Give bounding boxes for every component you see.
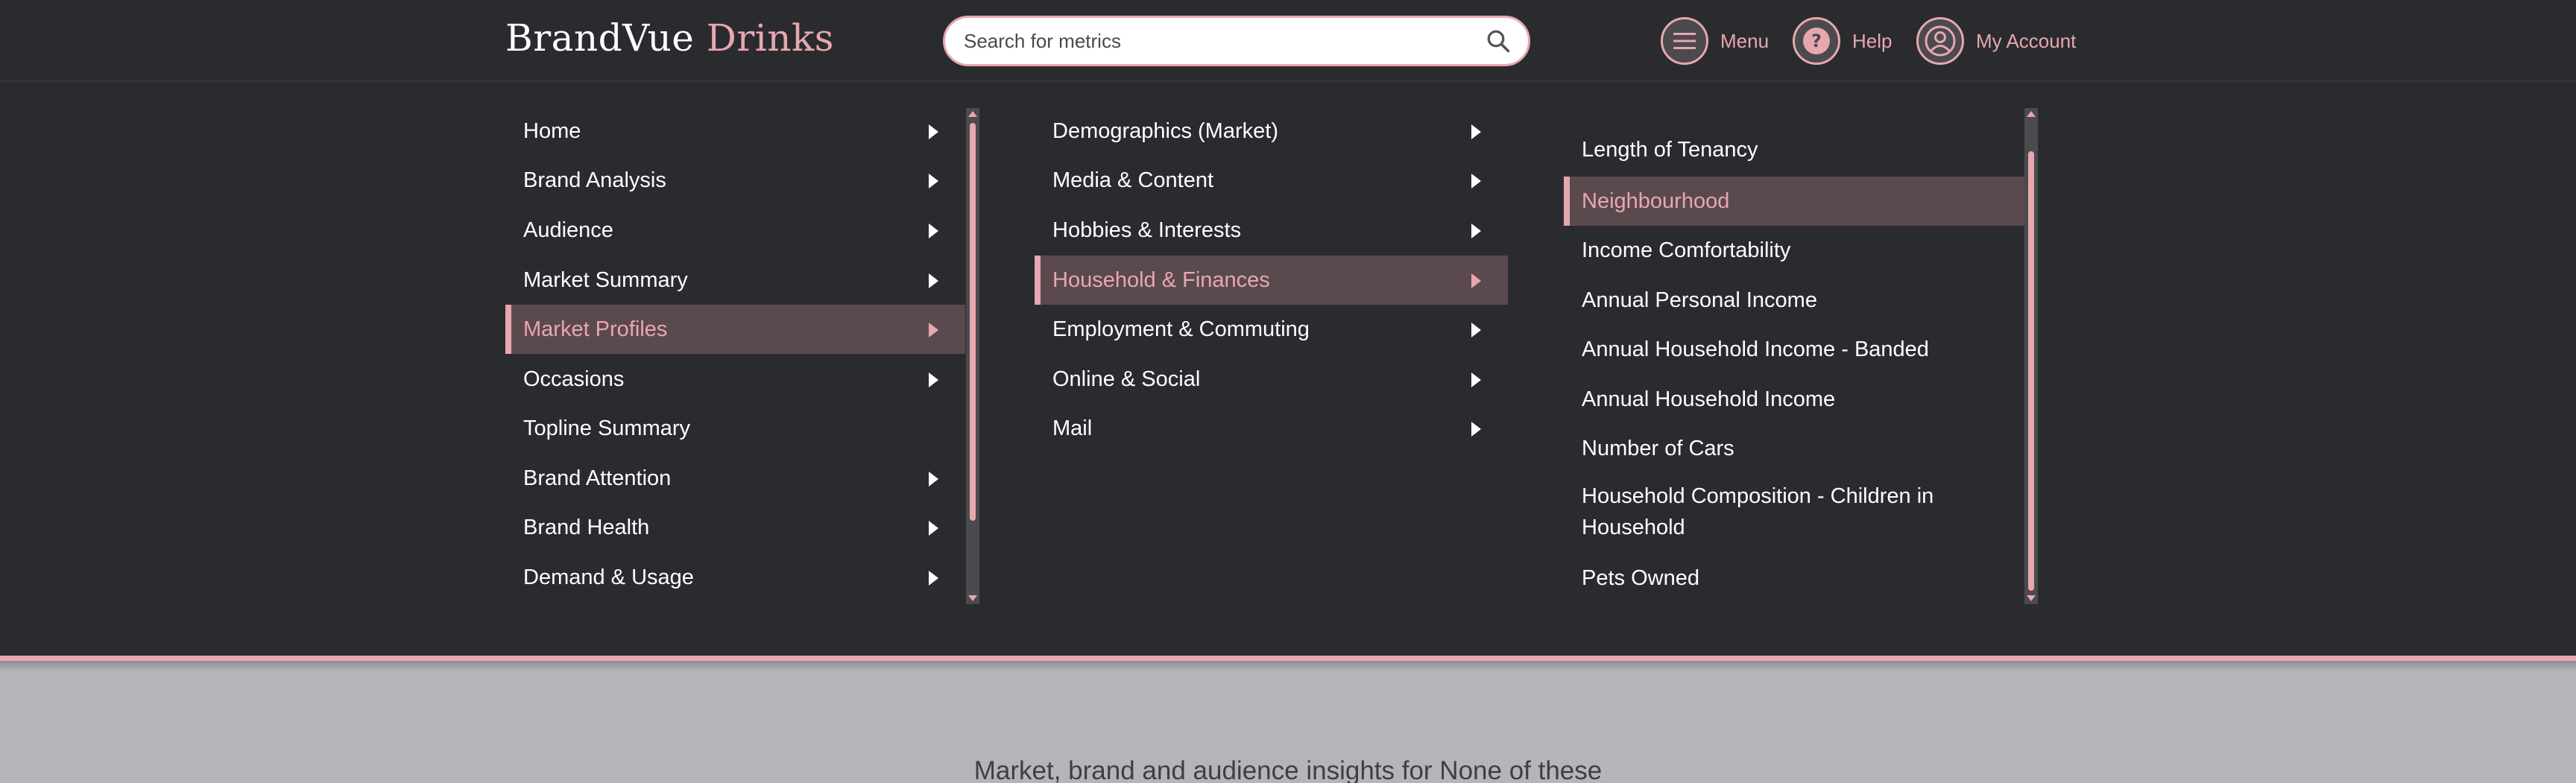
menu-item-mail[interactable]: Mail xyxy=(1035,404,1508,453)
menu-button[interactable]: Menu xyxy=(1661,16,1769,66)
menu-item-topline-summary[interactable]: Topline Summary xyxy=(505,404,965,453)
account-button[interactable]: My Account xyxy=(1916,16,2076,66)
chevron-right-icon xyxy=(1471,323,1481,337)
chevron-right-icon xyxy=(1471,373,1481,387)
menu-item-hobbies-interests[interactable]: Hobbies & Interests xyxy=(1035,206,1508,255)
panel-accent-border xyxy=(0,656,2576,661)
menu-item-household-income-banded[interactable]: Annual Household Income - Banded xyxy=(1564,325,2026,374)
menu-item-occasions[interactable]: Occasions xyxy=(505,355,965,404)
chevron-right-icon xyxy=(929,323,938,337)
menu-level1: Home Brand Analysis Audience Market Summ… xyxy=(505,107,965,603)
menu-item-number-of-cars[interactable]: Number of Cars xyxy=(1564,424,2026,473)
menu-item-income-comfortability[interactable]: Income Comfortability xyxy=(1564,226,2026,275)
menu-level2: Demographics (Market) Media & Content Ho… xyxy=(1035,107,1508,454)
chevron-right-icon xyxy=(929,472,938,486)
menu-item-brand-analysis[interactable]: Brand Analysis xyxy=(505,156,965,205)
hamburger-icon xyxy=(1661,17,1708,65)
menu-level3-scrollbar[interactable] xyxy=(2024,108,2038,604)
help-button[interactable]: ? Help xyxy=(1793,16,1892,66)
chevron-right-icon xyxy=(929,124,938,139)
brand-name: BrandVue xyxy=(505,16,695,60)
search-icon[interactable] xyxy=(1485,28,1512,54)
chevron-right-icon xyxy=(929,174,938,188)
search-box xyxy=(943,16,1530,66)
menu-item-employment-commuting[interactable]: Employment & Commuting xyxy=(1035,305,1508,354)
chevron-right-icon xyxy=(1471,224,1481,238)
scrollbar-thumb[interactable] xyxy=(970,123,976,521)
user-icon xyxy=(1916,17,1964,65)
menu-item-household-finances[interactable]: Household & Finances xyxy=(1035,256,1508,305)
brand-logo[interactable]: BrandVue Drinks xyxy=(505,16,834,60)
menu-item-demographics[interactable]: Demographics (Market) xyxy=(1035,107,1508,156)
menu-item-media-content[interactable]: Media & Content xyxy=(1035,156,1508,205)
menu-label: Menu xyxy=(1720,29,1770,52)
scroll-up-icon[interactable] xyxy=(2027,111,2036,117)
menu-level1-scrollbar[interactable] xyxy=(966,108,979,604)
top-bar: BrandVue Drinks Menu ? Help xyxy=(0,0,2576,82)
scrollbar-thumb[interactable] xyxy=(2028,151,2034,591)
chevron-right-icon xyxy=(929,273,938,288)
menu-item-market-profiles[interactable]: Market Profiles xyxy=(505,305,965,354)
menu-item-brand-health[interactable]: Brand Health xyxy=(505,503,965,552)
menu-item-annual-personal-income[interactable]: Annual Personal Income xyxy=(1564,276,2026,325)
menu-item-pets-owned[interactable]: Pets Owned xyxy=(1564,554,2026,603)
menu-item-online-social[interactable]: Online & Social xyxy=(1035,355,1508,404)
page-tagline: Market, brand and audience insights for … xyxy=(973,756,1603,783)
panel-shadow xyxy=(0,661,2576,671)
menu-item-home[interactable]: Home xyxy=(505,107,965,156)
menu-level3: Length of Tenancy Neighbourhood Income C… xyxy=(1564,125,2026,602)
chevron-right-icon xyxy=(929,373,938,387)
menu-item-audience[interactable]: Audience xyxy=(505,206,965,255)
search-input[interactable] xyxy=(964,18,1471,64)
chevron-right-icon xyxy=(1471,422,1481,437)
chevron-right-icon xyxy=(929,521,938,536)
chevron-right-icon xyxy=(1471,273,1481,288)
scroll-up-icon[interactable] xyxy=(968,111,977,117)
chevron-right-icon xyxy=(1471,124,1481,139)
menu-item-demand-usage[interactable]: Demand & Usage xyxy=(505,553,965,602)
menu-item-market-summary[interactable]: Market Summary xyxy=(505,256,965,305)
account-label: My Account xyxy=(1976,29,2077,52)
chevron-right-icon xyxy=(929,571,938,586)
scroll-down-icon[interactable] xyxy=(2027,595,2036,601)
svg-text:?: ? xyxy=(1811,31,1822,51)
help-icon: ? xyxy=(1793,17,1840,65)
menu-item-brand-attention[interactable]: Brand Attention xyxy=(505,454,965,503)
menu-item-length-of-tenancy[interactable]: Length of Tenancy xyxy=(1564,125,2026,174)
chevron-right-icon xyxy=(1471,174,1481,188)
menu-item-household-income[interactable]: Annual Household Income xyxy=(1564,375,2026,424)
chevron-right-icon xyxy=(929,224,938,238)
scroll-down-icon[interactable] xyxy=(968,595,977,601)
menu-item-household-composition[interactable]: Household Composition - Children in Hous… xyxy=(1564,481,2026,548)
brand-product: Drinks xyxy=(706,16,834,60)
help-label: Help xyxy=(1852,29,1892,52)
menu-item-neighbourhood[interactable]: Neighbourhood xyxy=(1564,177,2026,226)
